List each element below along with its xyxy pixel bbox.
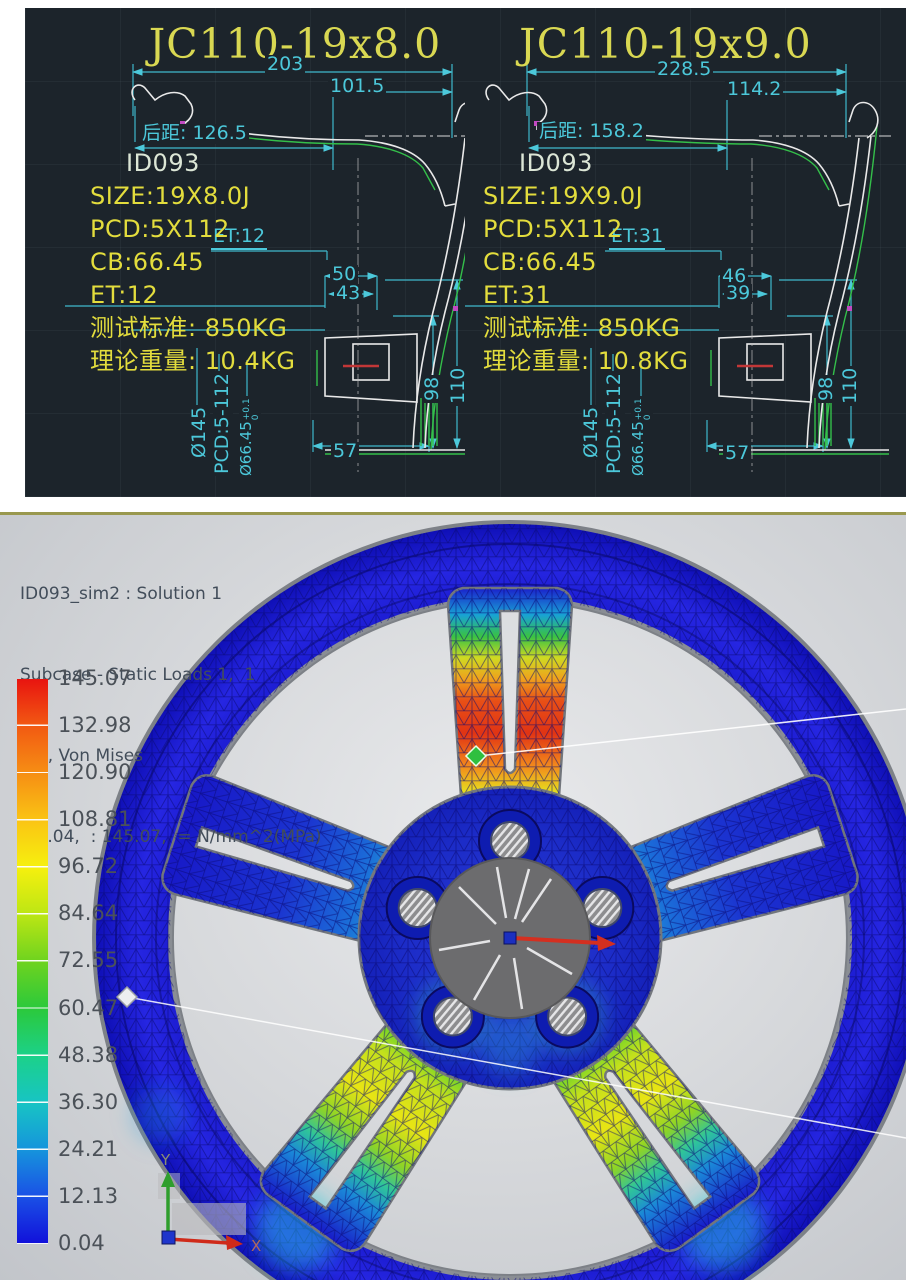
- legend-value: 145.07: [58, 666, 131, 690]
- spec-cb: CB:66.45: [483, 246, 689, 279]
- spec-et: ET:12: [90, 279, 296, 312]
- legend-value: 24.21: [58, 1137, 118, 1161]
- wheel-section-19x9: JC110-19x9.0 228.5 114.2 后距: 158.2 ET:31…: [465, 8, 906, 497]
- origin-node: [162, 1231, 175, 1244]
- spec-weight: 理论重量: 10.4KG: [90, 345, 296, 378]
- dim-lip-inner: 43: [334, 284, 362, 304]
- spec-block: ID093 SIZE:19X8.0J PCD:5X112 CB:66.45 ET…: [90, 147, 296, 378]
- coordinate-triad: Y X: [130, 1143, 280, 1263]
- spec-block: ID093 SIZE:19X9.0J PCD:5X112 CB:66.45 ET…: [483, 147, 689, 378]
- dim-overall-width: 203: [265, 55, 305, 75]
- svg-text:Y: Y: [160, 1151, 171, 1169]
- fea-result-panel: ID093_sim2 : Solution 1 Subcase - Static…: [0, 512, 906, 1280]
- legend-value: 0.04: [58, 1231, 105, 1255]
- dim-hub-width: 57: [331, 442, 359, 462]
- spec-size: SIZE:19X8.0J: [90, 180, 296, 213]
- cad-drawing-panel: JC110-19x8.0 203 101.5 后距: 126.5 ET:12 5…: [25, 8, 906, 497]
- dim-hub-width: 57: [723, 444, 751, 464]
- dim-rear-spacing: 后距: 126.5: [140, 124, 249, 144]
- legend-value: 72.55: [58, 948, 118, 972]
- legend-value: 12.13: [58, 1184, 118, 1208]
- dim-center-bore: Ø66.45+0.10: [239, 396, 261, 478]
- dim-half-width: 101.5: [328, 77, 386, 97]
- legend-value: 120.90: [58, 760, 131, 784]
- legend-value: 96.72: [58, 854, 118, 878]
- dim-inner-height: 98: [817, 375, 837, 403]
- spec-weight: 理论重量: 10.8KG: [483, 345, 689, 378]
- dim-hub-diameter: Ø145: [190, 405, 210, 460]
- dim-overall-width: 228.5: [655, 60, 713, 80]
- spec-id: ID093: [483, 147, 689, 180]
- legend-value: 36.30: [58, 1090, 118, 1114]
- legend-value: 132.98: [58, 713, 131, 737]
- x-axis-arrow: X: [168, 1235, 261, 1255]
- dim-pcd: PCD:5-112: [213, 371, 233, 476]
- legend-value: 48.38: [58, 1043, 118, 1067]
- legend-value: 108.81: [58, 807, 131, 831]
- dim-height: 110: [841, 366, 861, 406]
- spec-cb: CB:66.45: [90, 246, 296, 279]
- spec-size: SIZE:19X9.0J: [483, 180, 689, 213]
- dim-lip-inner: 39: [724, 284, 752, 304]
- dim-rear-spacing: 后距: 158.2: [537, 122, 646, 142]
- hub-center-node: [504, 932, 516, 944]
- spec-test: 测试标准: 850KG: [483, 312, 689, 345]
- spec-et: ET:31: [483, 279, 689, 312]
- dim-inner-height: 98: [423, 375, 443, 403]
- spec-pcd: PCD:5X112: [90, 213, 296, 246]
- solution-title: ID093_sim2 : Solution 1: [20, 581, 322, 608]
- dim-center-bore: Ø66.45+0.10: [631, 396, 653, 478]
- svg-text:X: X: [251, 1237, 261, 1255]
- dim-hub-diameter: Ø145: [582, 405, 602, 460]
- wheel-section-19x8: JC110-19x8.0 203 101.5 后距: 126.5 ET:12 5…: [25, 8, 465, 497]
- dim-pcd: PCD:5-112: [605, 371, 625, 476]
- spec-pcd: PCD:5X112: [483, 213, 689, 246]
- legend-value: 84.64: [58, 901, 118, 925]
- stress-colorbar: [17, 679, 48, 1244]
- spec-id: ID093: [90, 147, 296, 180]
- dim-half-width: 114.2: [725, 80, 783, 100]
- hub: [359, 787, 661, 1089]
- spec-test: 测试标准: 850KG: [90, 312, 296, 345]
- screenshot-root: JC110-19x8.0 203 101.5 后距: 126.5 ET:12 5…: [0, 0, 906, 1280]
- legend-value: 60.47: [58, 996, 118, 1020]
